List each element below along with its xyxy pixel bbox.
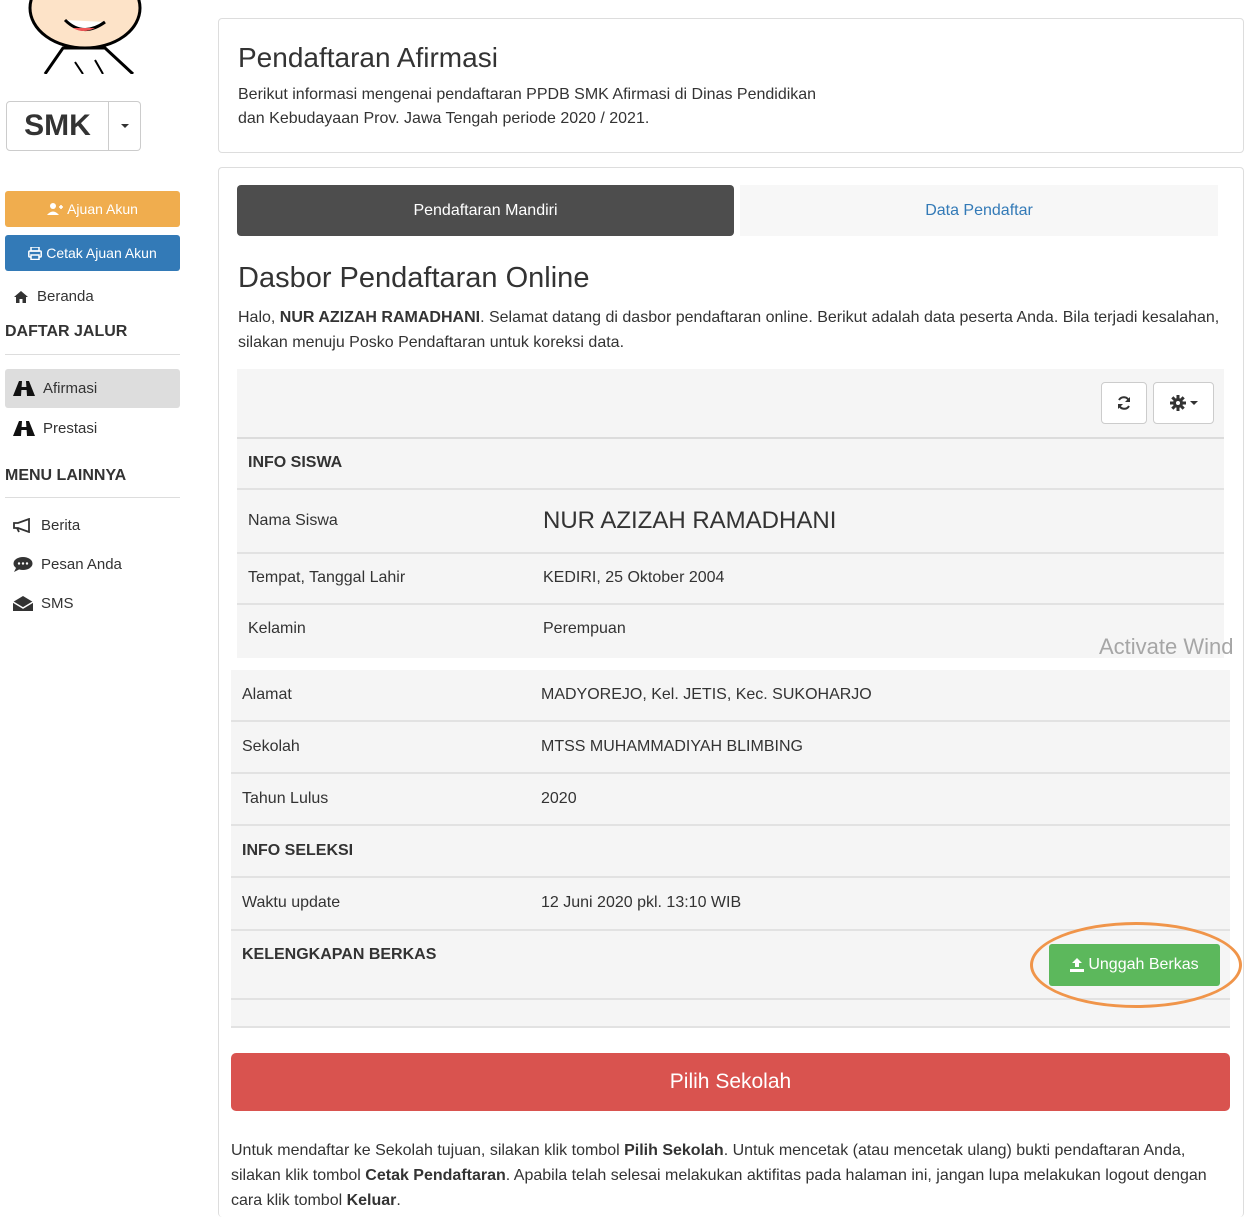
- table-row-label: Kelamin: [248, 620, 306, 637]
- info-siswa-heading: INFO SISWA: [248, 454, 343, 471]
- cetak-ajuan-akun-label: Cetak Ajuan Akun: [46, 245, 157, 261]
- highlight-annotation: [1030, 922, 1242, 1008]
- instructions-part: .: [396, 1192, 401, 1209]
- table-row-label: Nama Siswa: [248, 512, 338, 529]
- table-row-label: Tahun Lulus: [242, 790, 329, 807]
- row-divider: [231, 876, 1230, 878]
- info-seleksi-heading: INFO SELEKSI: [242, 842, 354, 859]
- header-panel: Pendaftaran Afirmasi Berikut informasi m…: [218, 18, 1244, 153]
- table-row-value: 12 Juni 2020 pkl. 13:10 WIB: [541, 894, 742, 911]
- home-icon: [14, 290, 28, 303]
- road-icon: [13, 421, 35, 436]
- table-row-label: Sekolah: [242, 738, 300, 755]
- table-row-value: KEDIRI, 25 Oktober 2004: [543, 569, 725, 586]
- instructions-bold: Cetak Pendaftaran: [365, 1167, 506, 1184]
- gear-icon: [1169, 395, 1186, 411]
- sidebar-item-label: Afirmasi: [43, 380, 98, 397]
- table-row-label: Alamat: [242, 686, 292, 703]
- daftar-jalur-heading: DAFTAR JALUR: [5, 323, 128, 340]
- activate-windows-watermark: Activate Wind: [1099, 634, 1234, 659]
- comment-icon: [13, 557, 33, 572]
- table-row-value: MADYOREJO, Kel. JETIS, Kec. SUKOHARJO: [541, 686, 872, 703]
- mascot-logo: [5, 0, 162, 74]
- megaphone-icon: [13, 518, 30, 533]
- dropdown-toggle[interactable]: [109, 101, 141, 151]
- smk-button[interactable]: SMK: [6, 101, 109, 151]
- row-divider: [231, 1026, 1230, 1028]
- tab-pendaftaran-mandiri[interactable]: Pendaftaran Mandiri: [237, 185, 734, 236]
- pilih-sekolah-button[interactable]: Pilih Sekolah: [231, 1053, 1230, 1111]
- row-divider: [231, 720, 1230, 722]
- page-subtitle: Berikut informasi mengenai pendaftaran P…: [238, 83, 898, 131]
- row-divider: [231, 824, 1230, 826]
- chevron-down-icon: [1189, 401, 1198, 405]
- table-row-value: Perempuan: [543, 620, 626, 637]
- menu-lainnya-heading: MENU LAINNYA: [5, 467, 127, 484]
- sidebar-item-label: Prestasi: [43, 420, 98, 437]
- instructions-part: Untuk mendaftar ke Sekolah tujuan, silak…: [231, 1142, 625, 1159]
- instructions-bold: Pilih Sekolah: [624, 1142, 724, 1159]
- print-icon: [28, 246, 43, 260]
- sidebar-item-label: Pesan Anda: [41, 556, 122, 573]
- tab-data-pendaftar[interactable]: Data Pendaftar: [740, 185, 1218, 236]
- sidebar-item-prestasi[interactable]: Prestasi: [13, 420, 97, 437]
- table-row-value: 2020: [541, 790, 577, 807]
- settings-dropdown-button[interactable]: [1153, 382, 1214, 424]
- kelengkapan-berkas-heading: KELENGKAPAN BERKAS: [242, 946, 437, 963]
- row-divider: [231, 772, 1230, 774]
- instructions-text: Untuk mendaftar ke Sekolah tujuan, silak…: [231, 1138, 1226, 1213]
- sidebar-item-pesan-anda[interactable]: Pesan Anda: [13, 556, 122, 573]
- dashboard-intro: Halo, NUR AZIZAH RAMADHANI. Selamat data…: [238, 305, 1228, 355]
- divider: [5, 497, 180, 498]
- row-divider: [237, 437, 1224, 439]
- sidebar-item-beranda[interactable]: Beranda: [13, 288, 94, 305]
- envelope-icon: [13, 596, 33, 611]
- intro-prefix: Halo,: [238, 309, 280, 326]
- page-title: Pendaftaran Afirmasi: [238, 42, 498, 73]
- intro-student-name: NUR AZIZAH RAMADHANI: [279, 309, 481, 326]
- dashboard-title: Dasbor Pendaftaran Online: [238, 262, 590, 294]
- sidebar-item-afirmasi[interactable]: Afirmasi: [13, 380, 97, 397]
- table-row-value: MTSS MUHAMMADIYAH BLIMBING: [541, 738, 803, 755]
- sidebar: SMK Ajuan Akun Cetak Ajuan Akun Beranda …: [0, 0, 190, 1217]
- table-row-label: Waktu update: [242, 894, 341, 911]
- refresh-button[interactable]: [1101, 382, 1147, 424]
- sidebar-item-berita[interactable]: Berita: [13, 517, 80, 534]
- chevron-down-icon: [120, 124, 129, 128]
- row-divider: [237, 488, 1224, 490]
- sidebar-item-label: Beranda: [37, 288, 94, 305]
- refresh-icon: [1118, 396, 1130, 410]
- sidebar-item-label: SMS: [41, 595, 74, 612]
- divider: [5, 354, 180, 355]
- row-divider: [237, 603, 1224, 605]
- school-type-dropdown[interactable]: SMK: [6, 101, 141, 151]
- cetak-ajuan-akun-button[interactable]: Cetak Ajuan Akun: [5, 235, 180, 271]
- road-icon: [13, 381, 35, 396]
- sidebar-item-label: Berita: [41, 517, 81, 534]
- ajuan-akun-label: Ajuan Akun: [67, 201, 138, 217]
- sidebar-item-sms[interactable]: SMS: [13, 595, 74, 612]
- row-divider: [237, 552, 1224, 554]
- table-row-label: Tempat, Tanggal Lahir: [248, 569, 406, 586]
- page-subtitle-line1: Berikut informasi mengenai pendaftaran P…: [238, 86, 817, 103]
- ajuan-akun-button[interactable]: Ajuan Akun: [5, 191, 180, 227]
- page-subtitle-line2: dan Kebudayaan Prov. Jawa Tengah periode…: [238, 110, 650, 127]
- instructions-bold: Keluar: [346, 1192, 397, 1209]
- user-plus-icon: [47, 203, 64, 215]
- student-name-value: NUR AZIZAH RAMADHANI: [543, 507, 837, 534]
